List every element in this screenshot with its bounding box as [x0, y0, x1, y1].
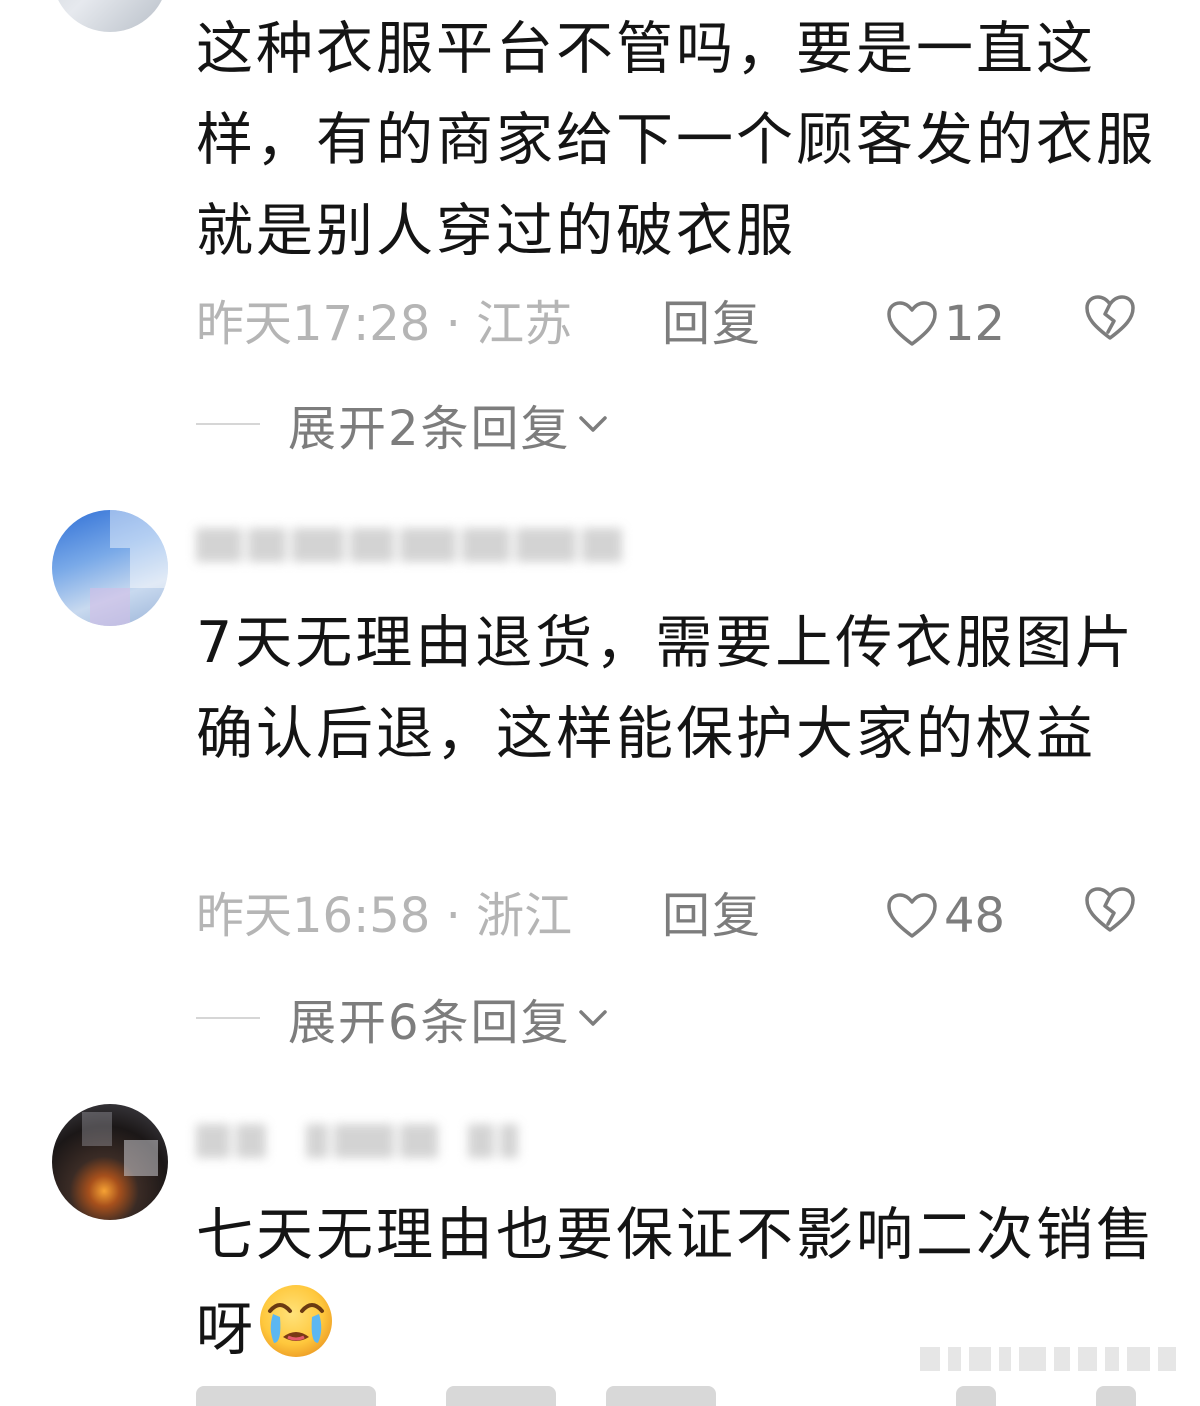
chevron-down-icon	[578, 1010, 607, 1026]
expand-replies-button[interactable]: 展开2条回复	[196, 394, 611, 457]
comment-meta-cutoff	[196, 1386, 1156, 1406]
like-count: 12	[944, 296, 1006, 352]
dislike-button[interactable]	[1084, 886, 1136, 934]
expand-replies-button[interactable]: 展开6条回复	[196, 988, 611, 1051]
broken-heart-icon	[1085, 295, 1135, 340]
comment-text: 7天无理由退货，需要上传衣服图片 确认后退，这样能保护大家的权益	[196, 610, 1178, 767]
broken-heart-icon	[1085, 887, 1135, 932]
username[interactable]	[196, 1112, 524, 1172]
watermark	[920, 1346, 1176, 1372]
crying-face-emoji	[260, 1285, 332, 1357]
like-count: 48	[944, 888, 1006, 944]
comment-text: 这种衣服平台不管吗，要是一直这样，有的商家给下一个顾客发的衣服就是别人穿过的破衣…	[196, 16, 1156, 264]
heart-outline-icon	[887, 301, 937, 346]
like-button[interactable]: 48	[886, 886, 1005, 946]
username[interactable]	[196, 516, 628, 576]
heart-outline-icon	[887, 893, 937, 938]
comment-time-location: 昨天16:58 · 浙江	[196, 888, 573, 944]
avatar[interactable]	[52, 1104, 168, 1220]
comment-meta: 昨天16:58 · 浙江 回复 48	[196, 886, 1156, 946]
comment-time-location: 昨天17:28 · 江苏	[196, 296, 573, 352]
comment-text-content: 七天无理由也要保证不影响二次销售呀	[196, 1202, 1156, 1363]
chevron-down-icon	[578, 416, 607, 432]
expand-replies-label: 展开2条回复	[288, 401, 571, 457]
reply-button[interactable]: 回复	[662, 886, 762, 946]
avatar[interactable]	[52, 0, 168, 32]
like-button[interactable]: 12	[886, 294, 1005, 354]
avatar[interactable]	[52, 510, 168, 626]
divider	[196, 423, 260, 425]
divider	[196, 1017, 260, 1019]
comment-meta: 昨天17:28 · 江苏 回复 12	[196, 294, 1156, 354]
expand-replies-label: 展开6条回复	[288, 995, 571, 1051]
dislike-button[interactable]	[1084, 294, 1136, 342]
reply-button[interactable]: 回复	[662, 294, 762, 354]
